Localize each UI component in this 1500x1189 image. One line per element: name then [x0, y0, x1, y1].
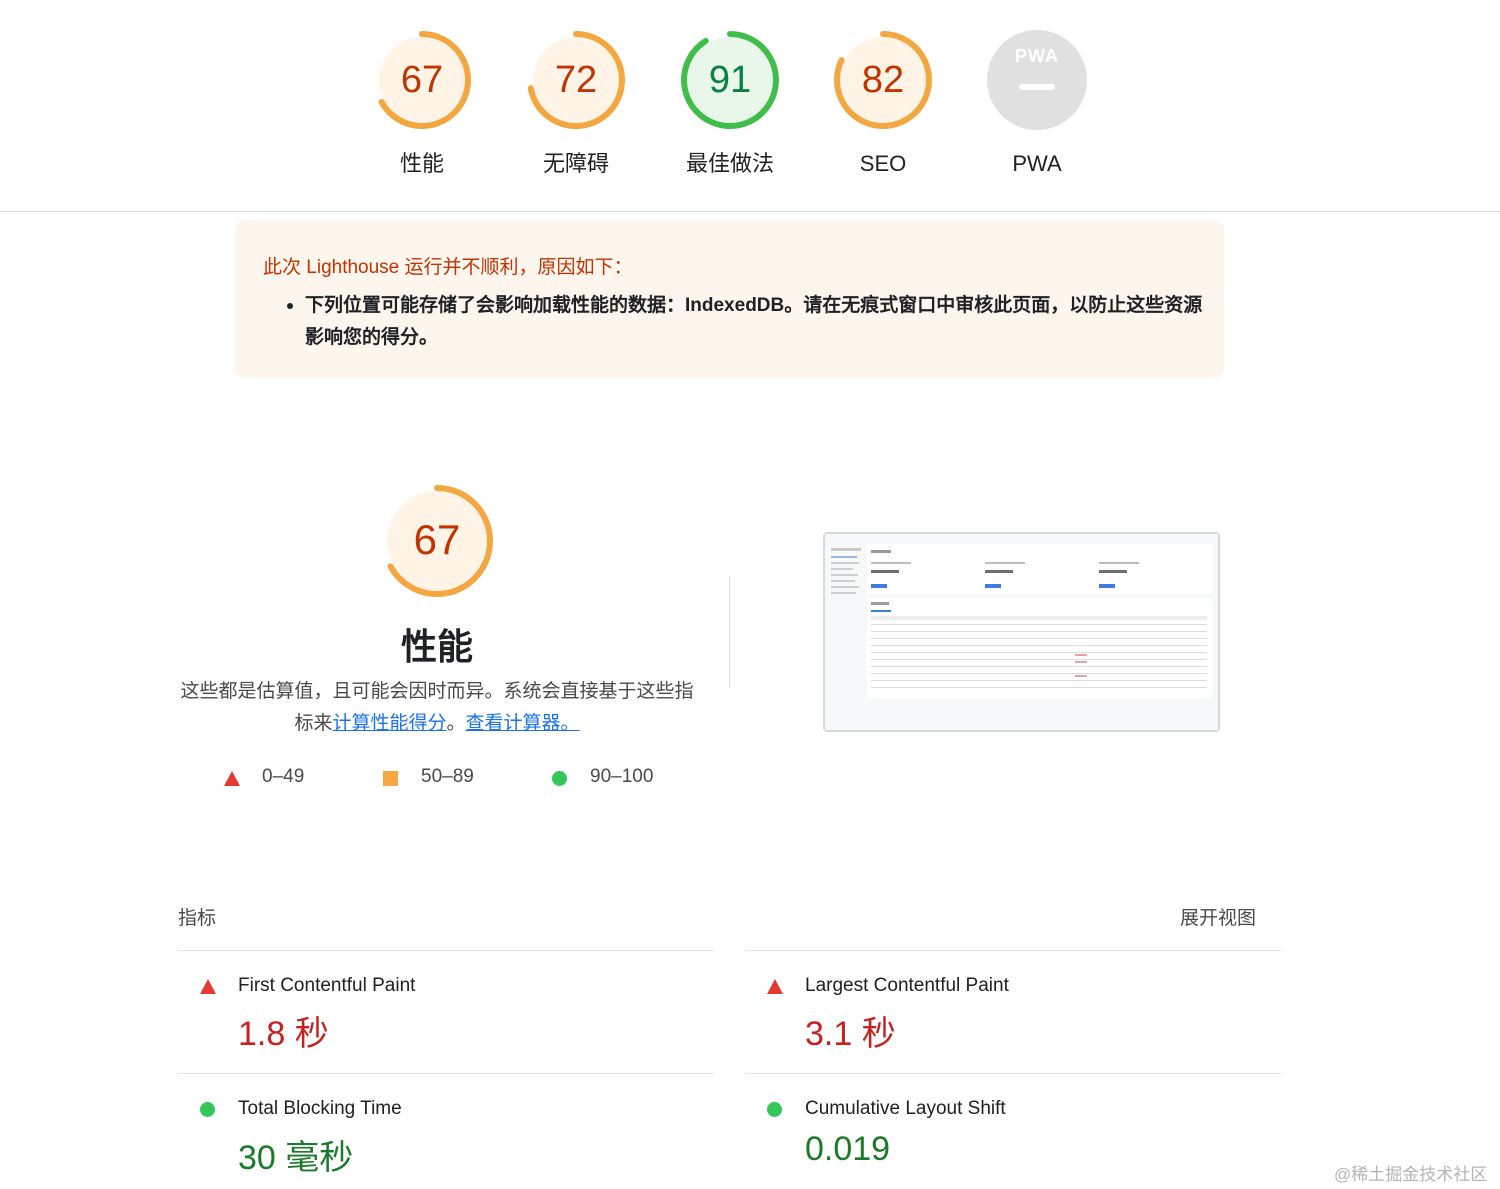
metrics-divider	[178, 1073, 714, 1074]
na-dash-icon	[1019, 84, 1055, 90]
circle-green-icon	[552, 771, 567, 786]
gauge-label: PWA	[1012, 151, 1062, 176]
circle-green-icon	[200, 1102, 215, 1117]
pwa-badge-svg	[987, 30, 1087, 130]
screenshot-mock	[825, 534, 1218, 730]
gauge-score: 67	[400, 59, 444, 101]
metric-name: Cumulative Layout Shift	[805, 1098, 1006, 1119]
pwa-badge: PWA	[985, 28, 1089, 132]
performance-title: 性能	[400, 626, 473, 667]
metrics-title: 指标	[178, 908, 217, 929]
performance-description: 这些都是估算值，且可能会因时而异。系统会直接基于这些指标来计算性能得分。查看计算…	[172, 676, 702, 740]
metric-name: First Contentful Paint	[238, 975, 416, 996]
performance-score: 67	[413, 516, 461, 563]
gauge-pwa[interactable]: PWA PWA	[982, 28, 1092, 178]
gauge-label: SEO	[859, 151, 907, 176]
gauge-ring: 72	[524, 28, 628, 132]
triangle-red-icon	[767, 979, 783, 994]
metric-value: 1.8 秒	[238, 1015, 329, 1053]
legend-range: 90–100	[590, 766, 654, 787]
bullet-icon	[287, 303, 293, 309]
warning-title: 此次 Lighthouse 运行并不顺利，原因如下：	[263, 257, 633, 278]
legend-range: 0–49	[262, 766, 305, 787]
metric-name: Largest Contentful Paint	[805, 975, 1009, 996]
description-separator: 。	[446, 713, 466, 734]
gauge-best-practices[interactable]: 91 最佳做法	[675, 28, 785, 178]
gauge-ring: 67	[370, 28, 474, 132]
performance-gauge: 67	[378, 482, 496, 600]
gauge-score: 72	[554, 59, 598, 101]
triangle-red-icon	[200, 979, 216, 994]
final-screenshot[interactable]	[823, 532, 1220, 732]
metric-value: 30 毫秒	[238, 1139, 354, 1177]
warning-box: 此次 Lighthouse 运行并不顺利，原因如下： 下列位置可能存储了会影响加…	[235, 220, 1224, 378]
circle-green-icon	[767, 1102, 782, 1117]
legend-range: 50–89	[421, 766, 474, 787]
metrics-divider	[178, 950, 714, 951]
pwa-icon: PWA	[1014, 46, 1059, 66]
view-calculator-link[interactable]: 查看计算器。	[466, 713, 580, 734]
gauge-label: 性能	[399, 151, 444, 176]
metrics-divider	[745, 1073, 1281, 1074]
gauge-score: 82	[861, 59, 905, 101]
gauge-ring: 91	[678, 28, 782, 132]
metric-value: 0.019	[805, 1130, 891, 1168]
triangle-red-icon	[224, 771, 240, 786]
header-divider	[0, 211, 1500, 212]
gauge-seo[interactable]: 82 SEO	[828, 28, 938, 178]
calc-score-link[interactable]: 计算性能得分	[332, 713, 446, 734]
gauge-performance[interactable]: 67 性能	[367, 28, 477, 178]
gauge-label: 无障碍	[542, 151, 609, 176]
watermark: @稀土掘金技术社区	[1334, 1165, 1488, 1184]
gauge-ring: 82	[831, 28, 935, 132]
metrics-divider	[745, 950, 1281, 951]
square-orange-icon	[383, 771, 398, 786]
gauge-score: 91	[708, 59, 752, 101]
expand-view-button[interactable]: 展开视图	[1180, 903, 1256, 930]
gauge-accessibility[interactable]: 72 无障碍	[521, 28, 631, 178]
metric-name: Total Blocking Time	[238, 1098, 402, 1119]
gauge-label: 最佳做法	[685, 151, 774, 176]
warning-item-text: 下列位置可能存储了会影响加载性能的数据：IndexedDB。请在无痕式窗口中审核…	[305, 295, 1203, 348]
warning-item: 下列位置可能存储了会影响加载性能的数据：IndexedDB。请在无痕式窗口中审核…	[287, 290, 1205, 354]
metric-value: 3.1 秒	[805, 1015, 896, 1053]
section-divider	[729, 576, 730, 688]
